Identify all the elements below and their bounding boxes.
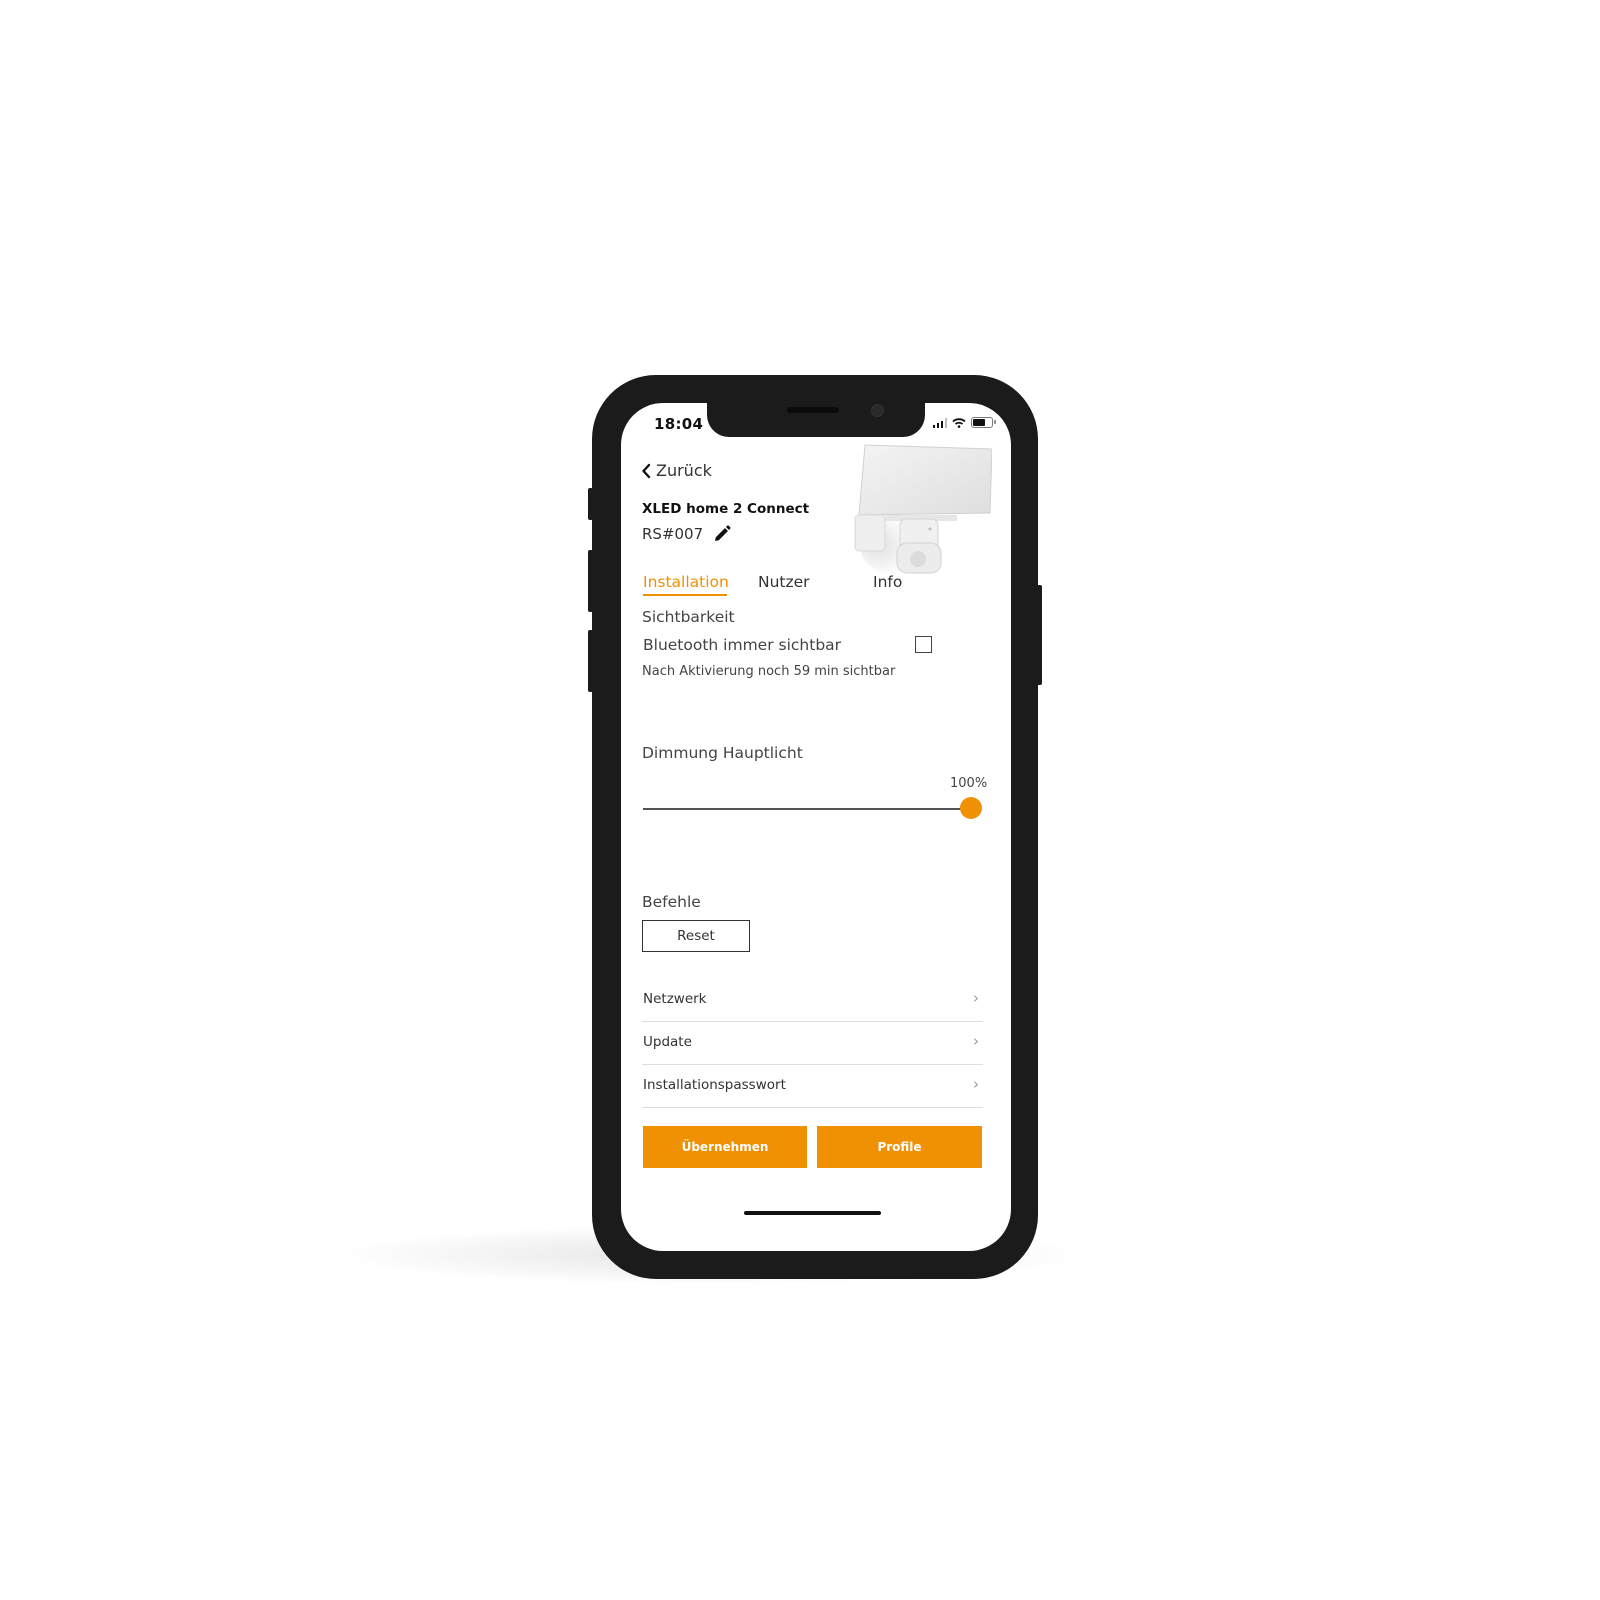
signal-icon: [932, 417, 947, 428]
phone-screen: 18:04 Zurück XLED home 2 Connect RS#007 …: [621, 403, 1011, 1251]
menu-item-installationspasswort[interactable]: Installationspasswort ›: [642, 1065, 983, 1108]
home-indicator[interactable]: [744, 1211, 881, 1215]
tab-info[interactable]: Info: [873, 573, 902, 591]
profiles-label: Profile: [877, 1140, 922, 1154]
device-id-row: RS#007: [642, 525, 731, 543]
back-button[interactable]: Zurück: [641, 461, 712, 480]
wifi-icon: [952, 417, 966, 428]
front-camera: [871, 404, 884, 417]
status-icons: [932, 417, 996, 428]
visibility-note: Nach Aktivierung noch 59 min sichtbar: [642, 664, 896, 679]
menu-item-netzwerk[interactable]: Netzwerk ›: [642, 979, 983, 1022]
menu-item-update[interactable]: Update ›: [642, 1022, 983, 1065]
mute-switch: [588, 488, 593, 520]
back-label: Zurück: [656, 461, 712, 480]
volume-up-button: [588, 550, 593, 612]
tab-installation[interactable]: Installation: [643, 573, 729, 591]
device-name: XLED home 2 Connect: [642, 501, 810, 517]
volume-down-button: [588, 630, 593, 692]
chevron-right-icon: ›: [973, 1032, 979, 1050]
notch: [707, 403, 925, 437]
chevron-right-icon: ›: [973, 1075, 979, 1093]
menu-item-label: Netzwerk: [643, 991, 707, 1007]
commands-heading: Befehle: [642, 893, 701, 911]
battery-icon: [971, 417, 996, 428]
dimming-slider-thumb[interactable]: [960, 797, 982, 819]
apply-label: Übernehmen: [681, 1140, 769, 1154]
dimming-heading: Dimmung Hauptlicht: [642, 744, 803, 762]
profiles-button[interactable]: Profile: [817, 1126, 982, 1168]
reset-button[interactable]: Reset: [642, 920, 750, 952]
device-id: RS#007: [642, 525, 704, 543]
apply-button[interactable]: Übernehmen: [643, 1126, 807, 1168]
pencil-icon[interactable]: [713, 525, 731, 543]
menu-item-label: Update: [643, 1034, 692, 1050]
visibility-heading: Sichtbarkeit: [642, 608, 735, 626]
floodlight-product-image: [854, 444, 992, 574]
bluetooth-visible-label: Bluetooth immer sichtbar: [643, 636, 842, 654]
dimming-value: 100%: [950, 776, 988, 791]
chevron-right-icon: ›: [973, 989, 979, 1007]
active-tab-indicator: [643, 594, 727, 596]
speaker: [787, 407, 839, 413]
menu-item-label: Installationspasswort: [643, 1077, 786, 1093]
dimming-slider-track[interactable]: [643, 808, 973, 810]
power-button: [1037, 585, 1042, 685]
tab-nutzer[interactable]: Nutzer: [758, 573, 810, 591]
reset-label: Reset: [677, 928, 715, 944]
status-time: 18:04: [654, 415, 704, 433]
chevron-left-icon: [642, 463, 651, 478]
bluetooth-visible-checkbox[interactable]: [915, 636, 932, 653]
